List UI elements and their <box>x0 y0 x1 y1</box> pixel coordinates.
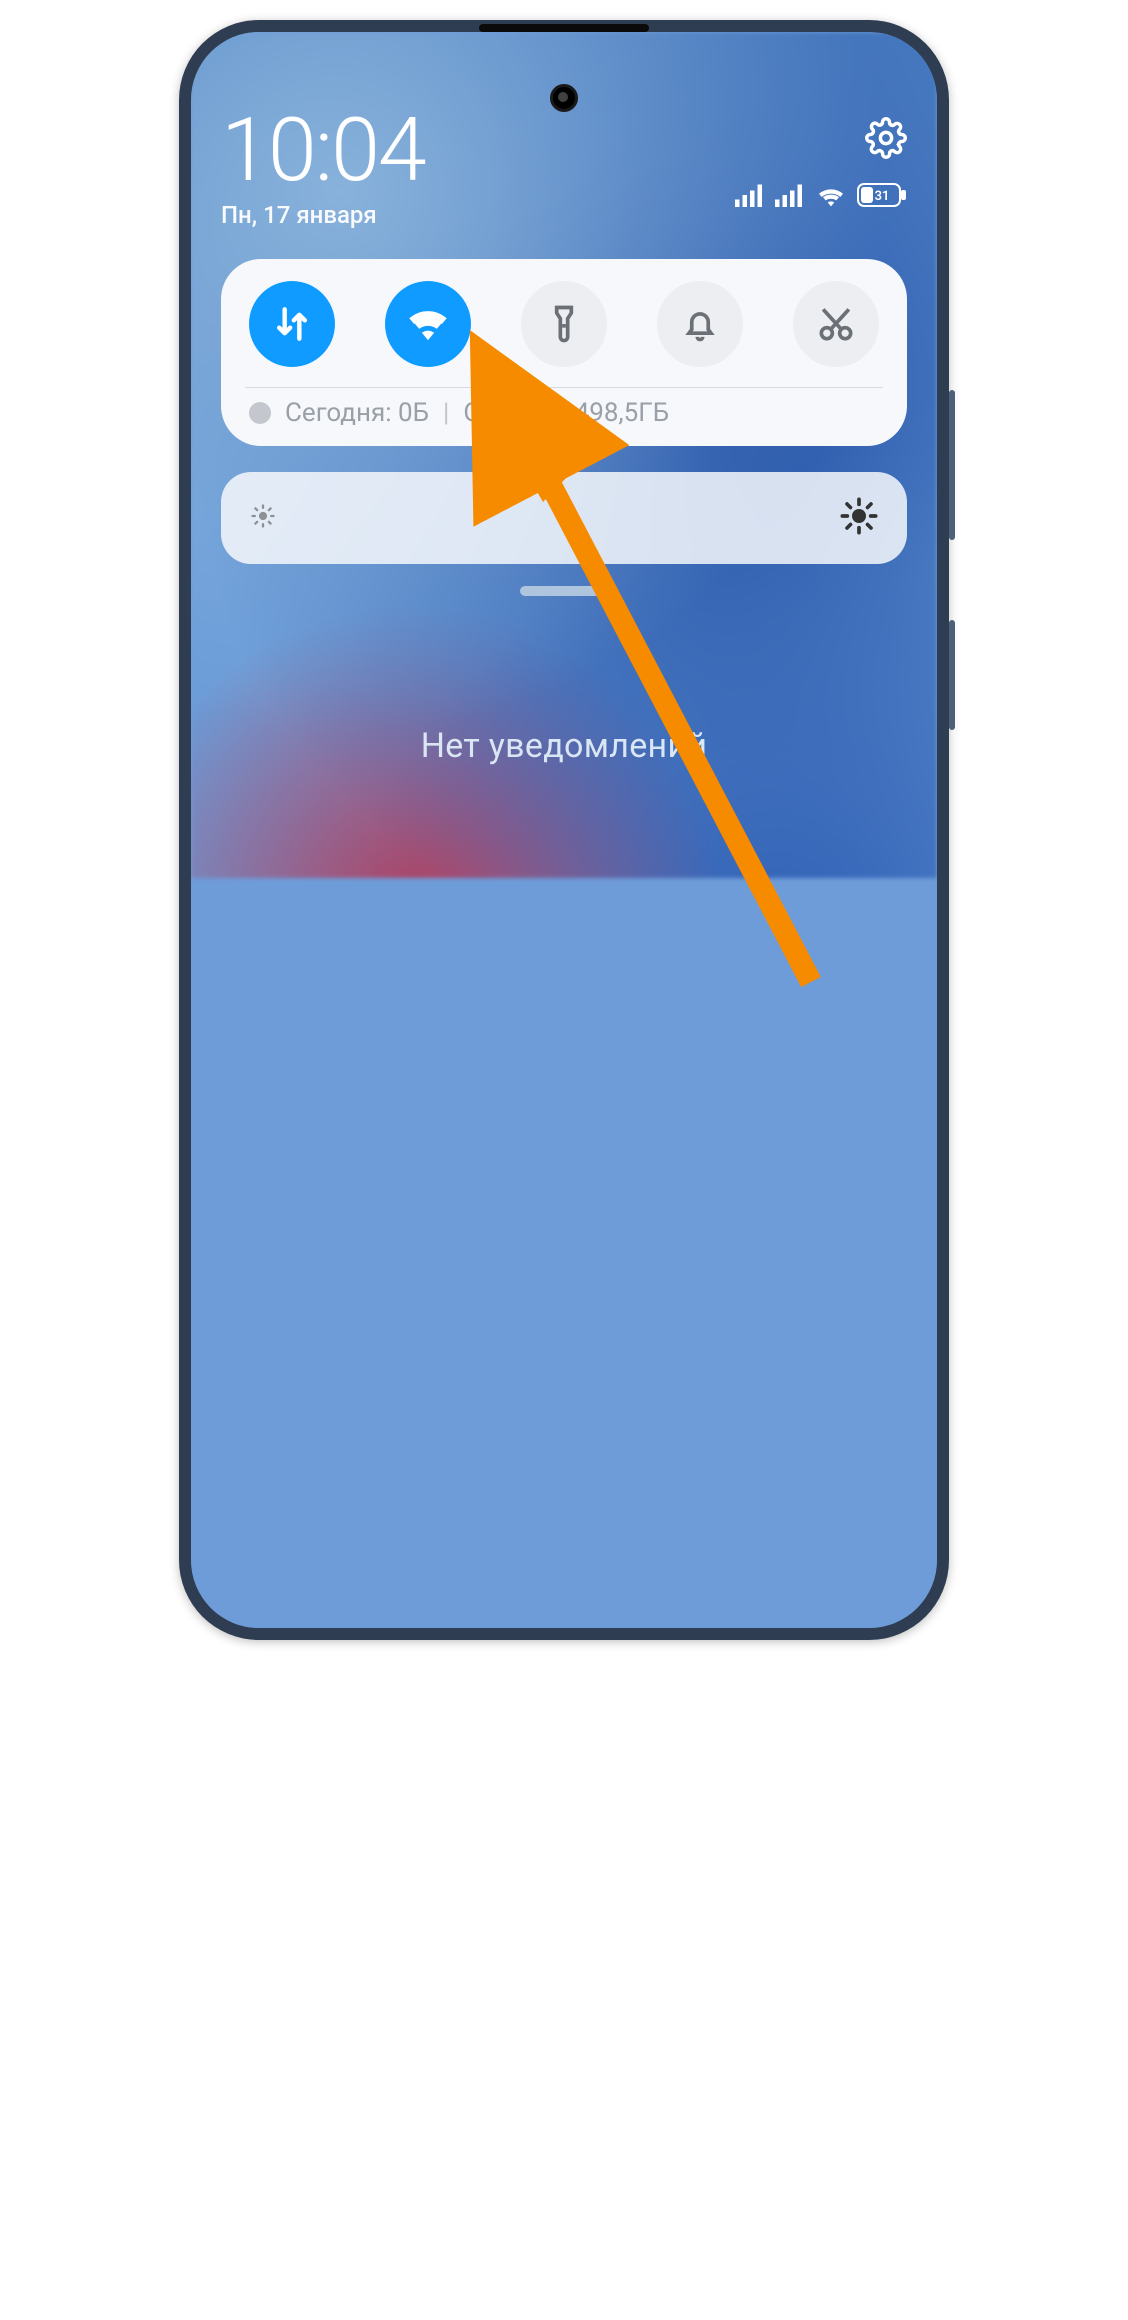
brightness-track[interactable] <box>301 515 827 521</box>
data-usage-today: Сегодня: 0Б <box>285 398 429 428</box>
toggle-flashlight[interactable] <box>521 281 607 367</box>
wifi-icon <box>406 302 450 346</box>
data-usage-dot-icon <box>249 402 271 424</box>
volume-button[interactable] <box>949 390 955 540</box>
mobile-data-icon <box>270 302 314 346</box>
brightness-slider[interactable] <box>221 472 907 564</box>
date: Пн, 17 января <box>221 201 425 229</box>
shade-drag-handle[interactable] <box>520 586 608 596</box>
toggle-mobile-data[interactable] <box>249 281 335 367</box>
settings-button[interactable] <box>865 117 907 163</box>
brightness-low-icon <box>249 502 277 534</box>
wifi-icon <box>815 183 847 207</box>
bell-icon <box>678 302 722 346</box>
quick-settings-panel: Сегодня: 0Б | Остаток: 498,5ГБ <box>221 259 907 446</box>
screen: 10:04 Пн, 17 января <box>191 32 937 1628</box>
toggle-wifi[interactable] <box>385 281 471 367</box>
status-bar-icons: 31 <box>735 183 907 207</box>
power-button[interactable] <box>949 620 955 730</box>
flashlight-icon <box>542 302 586 346</box>
signal-icon <box>735 183 765 207</box>
no-notifications-text: Нет уведомлений <box>221 726 907 766</box>
divider <box>245 387 883 388</box>
toggle-do-not-disturb[interactable] <box>657 281 743 367</box>
phone-frame: 10:04 Пн, 17 января <box>179 20 949 1640</box>
brightness-high-icon <box>839 496 879 540</box>
notification-shade-header: 10:04 Пн, 17 января <box>221 107 907 229</box>
toggle-screenshot[interactable] <box>793 281 879 367</box>
screenshot-icon <box>814 302 858 346</box>
signal-icon <box>775 183 805 207</box>
battery-icon: 31 <box>857 183 907 207</box>
gear-icon <box>865 117 907 159</box>
data-usage-remaining: Остаток: 498,5ГБ <box>463 398 669 428</box>
separator: | <box>443 398 449 428</box>
earpiece <box>479 24 649 32</box>
clock: 10:04 <box>221 107 425 195</box>
svg-text:31: 31 <box>875 189 890 204</box>
data-usage-row[interactable]: Сегодня: 0Б | Остаток: 498,5ГБ <box>249 398 879 428</box>
